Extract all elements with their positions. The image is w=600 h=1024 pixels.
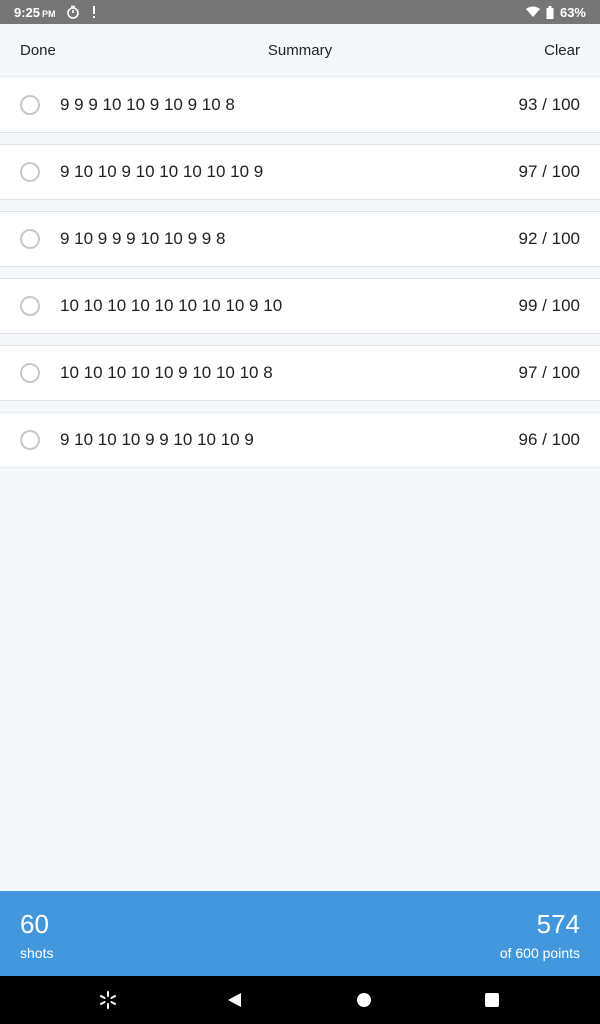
status-time-value: 9:25 [14,4,41,20]
home-icon[interactable] [352,988,376,1012]
shot-values: 10 10 10 10 10 10 10 10 9 10 [60,296,283,315]
shot-values: 9 9 9 10 10 9 10 9 10 8 [60,94,235,114]
select-radio[interactable] [20,162,40,182]
points-total: 574 of 600 points [500,909,580,961]
list-item[interactable]: 10 10 10 10 10 9 10 10 10 8 97 / 100 [0,345,600,401]
select-radio[interactable] [20,296,40,316]
status-time: 9:25 PM [14,5,56,20]
series-score: 93 / 100 [518,94,580,114]
points-count: 574 [536,909,580,939]
status-right: 63% [525,4,586,20]
done-button[interactable]: Done [20,42,56,59]
series-score: 99 / 100 [518,296,580,315]
shot-values: 9 10 10 10 9 9 10 10 10 9 [60,430,254,449]
navigation-bar [0,976,600,1024]
recents-icon[interactable] [480,988,504,1012]
top-bar: Done Summary Clear [0,24,600,77]
series-score: 96 / 100 [518,430,580,449]
list-item[interactable]: 9 9 9 10 10 9 10 9 10 8 93 / 100 [0,77,600,133]
page-title: Summary [267,41,333,59]
shot-values: 9 10 9 9 9 10 10 9 9 8 [60,229,226,248]
clear-button[interactable]: Clear [544,42,580,59]
list-item[interactable]: 9 10 10 10 9 9 10 10 10 9 96 / 100 [0,412,600,468]
shots-count: 60 [20,909,49,939]
shots-label: shots [20,945,54,961]
list-item[interactable]: 9 10 10 9 10 10 10 10 10 9 97 / 100 [0,144,600,200]
series-score: 92 / 100 [518,229,580,248]
status-bar: 9:25 PM 63% [0,0,600,24]
stopwatch-icon [66,5,80,19]
status-time-ampm: PM [42,8,56,19]
shots-total: 60 shots [20,909,53,961]
battery-percent: 63% [559,4,586,20]
list-item[interactable]: 9 10 9 9 9 10 10 9 9 8 92 / 100 [0,211,600,267]
series-list: 9 9 9 10 10 9 10 9 10 8 93 / 100 9 10 10… [0,77,600,479]
series-score: 97 / 100 [518,162,580,181]
select-radio[interactable] [20,229,40,249]
wifi-icon [525,6,540,18]
list-item[interactable]: 10 10 10 10 10 10 10 10 9 10 99 / 100 [0,278,600,334]
back-icon[interactable] [222,988,246,1012]
select-radio[interactable] [20,363,40,383]
assistant-icon[interactable] [96,988,120,1012]
select-radio[interactable] [20,430,40,450]
shot-values: 10 10 10 10 10 9 10 10 10 8 [60,363,273,382]
series-score: 97 / 100 [518,363,580,382]
status-left: 9:25 PM [14,5,98,20]
select-radio[interactable] [20,94,40,115]
battery-icon [546,5,554,19]
totals-footer: 60 shots 574 of 600 points [0,891,600,976]
shot-values: 9 10 10 9 10 10 10 10 10 9 [60,162,264,181]
alert-icon [90,5,98,19]
points-label: of 600 points [499,945,580,961]
